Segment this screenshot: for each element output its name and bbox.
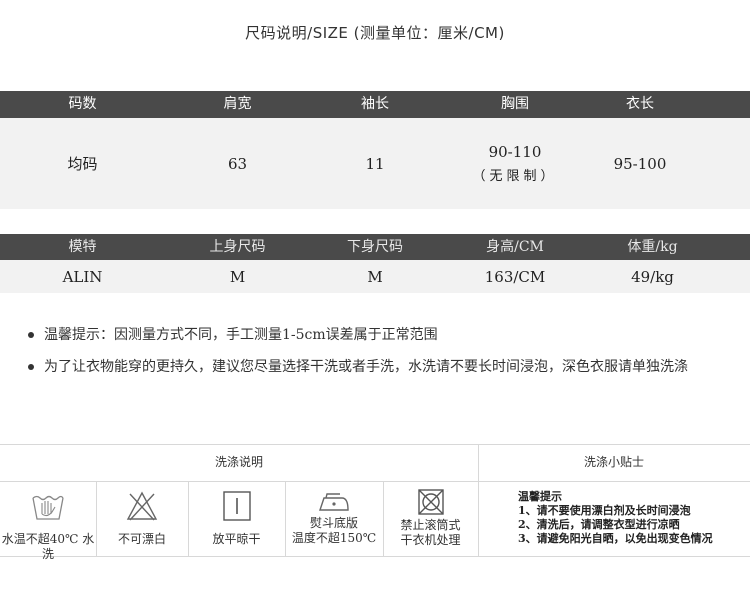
- model-table-header: 模特 上身尺码 下身尺码 身高/CM 体重/kg: [0, 234, 750, 260]
- cell-shoulder: 63: [227, 154, 248, 173]
- size-table-header: 码数 肩宽 袖长 胸围 衣长: [0, 91, 750, 118]
- wash-label: 干衣机处理: [400, 533, 461, 547]
- header-model: 模特: [68, 239, 97, 255]
- notes-list: 温馨提示：因测量方式不同，手工测量1-5cm误差属于正常范围 为了让衣物能穿的更…: [28, 324, 748, 388]
- note-text: 为了让衣物能穿的更持久，建议您尽量选择干洗或者手洗，水洗请不要长时间浸泡，深色衣…: [44, 359, 688, 375]
- cell-bottom-size: M: [367, 267, 383, 286]
- header-length: 衣长: [626, 96, 654, 112]
- wash-item-no-bleach: 不可漂白: [96, 482, 188, 557]
- no-tumble-dry-icon: [417, 489, 444, 515]
- note-text: 温馨提示：因测量方式不同，手工测量1-5cm误差属于正常范围: [44, 327, 438, 343]
- header-chest: 胸围: [501, 96, 529, 112]
- wash-item-iron: 熨斗底版 温度不超150℃: [285, 482, 383, 557]
- wash-instructions-title: 洗涤说明: [214, 455, 263, 469]
- wash-item-flat-dry: 放平晾干: [188, 482, 285, 557]
- cell-chest-note: （无限制）: [472, 169, 558, 184]
- cell-chest-value: 90-110: [488, 143, 542, 161]
- no-bleach-icon: [126, 491, 158, 521]
- cell-sleeve: 11: [365, 154, 385, 173]
- flat-dry-icon: [222, 491, 251, 521]
- bullet-icon: [28, 364, 34, 370]
- wash-item-hand-wash: 水温不超40℃ 水洗: [0, 482, 96, 561]
- cell-length: 95-100: [613, 154, 667, 173]
- wash-tips: 温馨提示 1、请不要使用漂白剂及长时间浸泡 2、清洗后，请调整衣型进行凉晒 3、…: [518, 490, 748, 546]
- header-size: 码数: [68, 96, 97, 112]
- wash-label: 熨斗底版: [309, 516, 358, 530]
- tip-item: 1、请不要使用漂白剂及长时间浸泡: [518, 504, 691, 517]
- header-bottom-size: 下身尺码: [347, 239, 403, 255]
- wash-label: 放平晾干: [212, 532, 261, 546]
- list-item: 为了让衣物能穿的更持久，建议您尽量选择干洗或者手洗，水洗请不要长时间浸泡，深色衣…: [28, 356, 748, 388]
- bullet-icon: [28, 332, 34, 338]
- tip-item: 3、请避免阳光自晒，以免出现变色情况: [518, 532, 713, 545]
- header-height: 身高/CM: [486, 239, 544, 255]
- hand-wash-icon: [32, 495, 64, 520]
- header-weight: 体重/kg: [627, 239, 678, 255]
- wash-label: 温度不超150℃: [291, 531, 377, 545]
- cell-size: 均码: [67, 155, 98, 173]
- cell-top-size: M: [229, 267, 246, 286]
- tip-item: 2、清洗后，请调整衣型进行凉晒: [518, 518, 680, 531]
- divider: [478, 481, 479, 557]
- cell-weight: 49/kg: [631, 267, 674, 286]
- model-table: 模特 上身尺码 下身尺码 身高/CM 体重/kg ALIN M M 163/CM…: [0, 234, 750, 293]
- model-table-row: ALIN M M 163/CM 49/kg: [0, 260, 750, 293]
- header-shoulder: 肩宽: [223, 96, 252, 112]
- tips-heading: 温馨提示: [518, 490, 562, 503]
- wash-tips-title: 洗涤小贴士: [583, 455, 644, 469]
- list-item: 温馨提示：因测量方式不同，手工测量1-5cm误差属于正常范围: [28, 324, 748, 356]
- header-top-size: 上身尺码: [209, 239, 266, 255]
- header-sleeve: 袖长: [361, 96, 389, 112]
- page-title: 尺码说明/SIZE (测量单位：厘米/CM): [245, 24, 505, 42]
- wash-label: 不可漂白: [117, 532, 166, 546]
- wash-item-no-tumble-dry: 禁止滚筒式 干衣机处理: [383, 482, 478, 557]
- wash-label: 禁止滚筒式: [400, 518, 461, 532]
- cell-model-name: ALIN: [62, 267, 103, 286]
- size-table: 码数 肩宽 袖长 胸围 衣长 均码 63 11 90-110 （无限制） 95-…: [0, 91, 750, 209]
- wash-label: 水温不超40℃ 水洗: [1, 532, 95, 561]
- cell-chest: 90-110 （无限制）: [440, 143, 590, 184]
- iron-low-icon: [319, 493, 349, 511]
- cell-height: 163/CM: [484, 267, 546, 286]
- size-table-row: 均码 63 11 90-110 （无限制） 95-100: [0, 118, 750, 209]
